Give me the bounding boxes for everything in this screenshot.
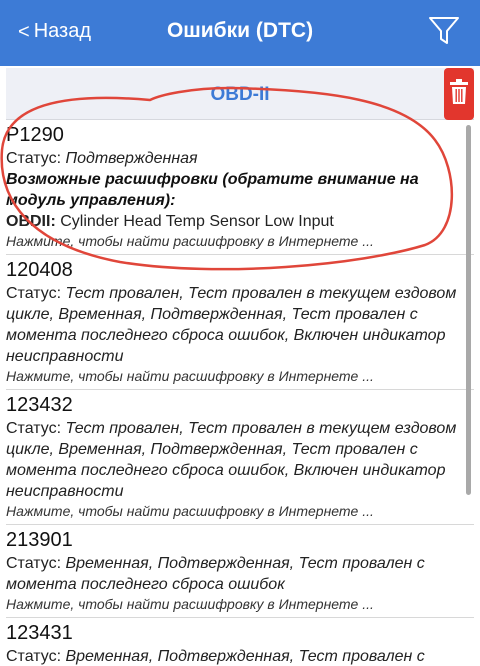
status-label: Статус: xyxy=(6,420,62,437)
status-label: Статус: xyxy=(6,285,62,302)
search-online-hint: Нажмите, чтобы найти расшифровку в Интер… xyxy=(6,368,374,384)
dtc-status: Статус: Тест провален, Тест провален в т… xyxy=(6,283,474,367)
dtc-list-item[interactable]: P1290 Статус: Подтвержденная Возможные р… xyxy=(6,120,474,255)
dtc-list-item[interactable]: 120408 Статус: Тест провален, Тест прова… xyxy=(6,255,474,390)
filter-icon[interactable] xyxy=(428,15,460,47)
dtc-code: 213901 xyxy=(6,529,73,551)
search-online-hint: Нажмите, чтобы найти расшифровку в Интер… xyxy=(6,503,374,519)
scrollbar[interactable] xyxy=(466,125,471,495)
status-label: Статус: xyxy=(6,150,62,167)
navigation-bar: < Назад Ошибки (DTC) xyxy=(0,0,480,66)
obd-text: Cylinder Head Temp Sensor Low Input xyxy=(60,213,334,230)
obd-decoding: OBDII: Cylinder Head Temp Sensor Low Inp… xyxy=(6,211,474,232)
dtc-status: Статус: Временная, Подтвержденная, Тест … xyxy=(6,646,474,666)
dtc-status: Статус: Временная, Подтвержденная, Тест … xyxy=(6,553,474,595)
status-value: Подтвержденная xyxy=(65,150,198,167)
dtc-code: 123431 xyxy=(6,622,73,644)
trash-icon xyxy=(449,78,469,111)
status-value: Временная, Подтвержденная, Тест провален… xyxy=(6,555,425,593)
dtc-list-item[interactable]: 123432 Статус: Тест провален, Тест прова… xyxy=(6,390,474,525)
status-value: Тест провален, Тест провален в текущем е… xyxy=(6,285,457,365)
page-title: Ошибки (DTC) xyxy=(166,19,314,42)
section-header: OBD-II xyxy=(6,68,474,120)
status-value: Тест провален, Тест провален в текущем е… xyxy=(6,420,457,500)
search-online-hint: Нажмите, чтобы найти расшифровку в Интер… xyxy=(6,596,374,612)
dtc-status: Статус: Подтвержденная xyxy=(6,148,474,169)
section-title: OBD-II xyxy=(210,84,270,105)
status-value: Временная, Подтвержденная, Тест провален… xyxy=(65,648,425,665)
status-label: Статус: xyxy=(6,555,62,572)
obd-label: OBDII: xyxy=(6,213,56,230)
dtc-status: Статус: Тест провален, Тест провален в т… xyxy=(6,418,474,502)
search-online-hint: Нажмите, чтобы найти расшифровку в Интер… xyxy=(6,233,374,249)
possible-decodings-title: Возможные расшифровки (обратите внимание… xyxy=(6,171,419,209)
dtc-code: 123432 xyxy=(6,394,73,416)
dtc-list: P1290 Статус: Подтвержденная Возможные р… xyxy=(6,120,474,666)
status-label: Статус: xyxy=(6,648,62,665)
dtc-code: P1290 xyxy=(6,124,64,146)
dtc-list-item[interactable]: 123431 Статус: Временная, Подтвержденная… xyxy=(6,618,474,666)
delete-button[interactable] xyxy=(444,68,474,120)
dtc-list-item[interactable]: 213901 Статус: Временная, Подтвержденная… xyxy=(6,525,474,618)
dtc-code: 120408 xyxy=(6,259,73,281)
